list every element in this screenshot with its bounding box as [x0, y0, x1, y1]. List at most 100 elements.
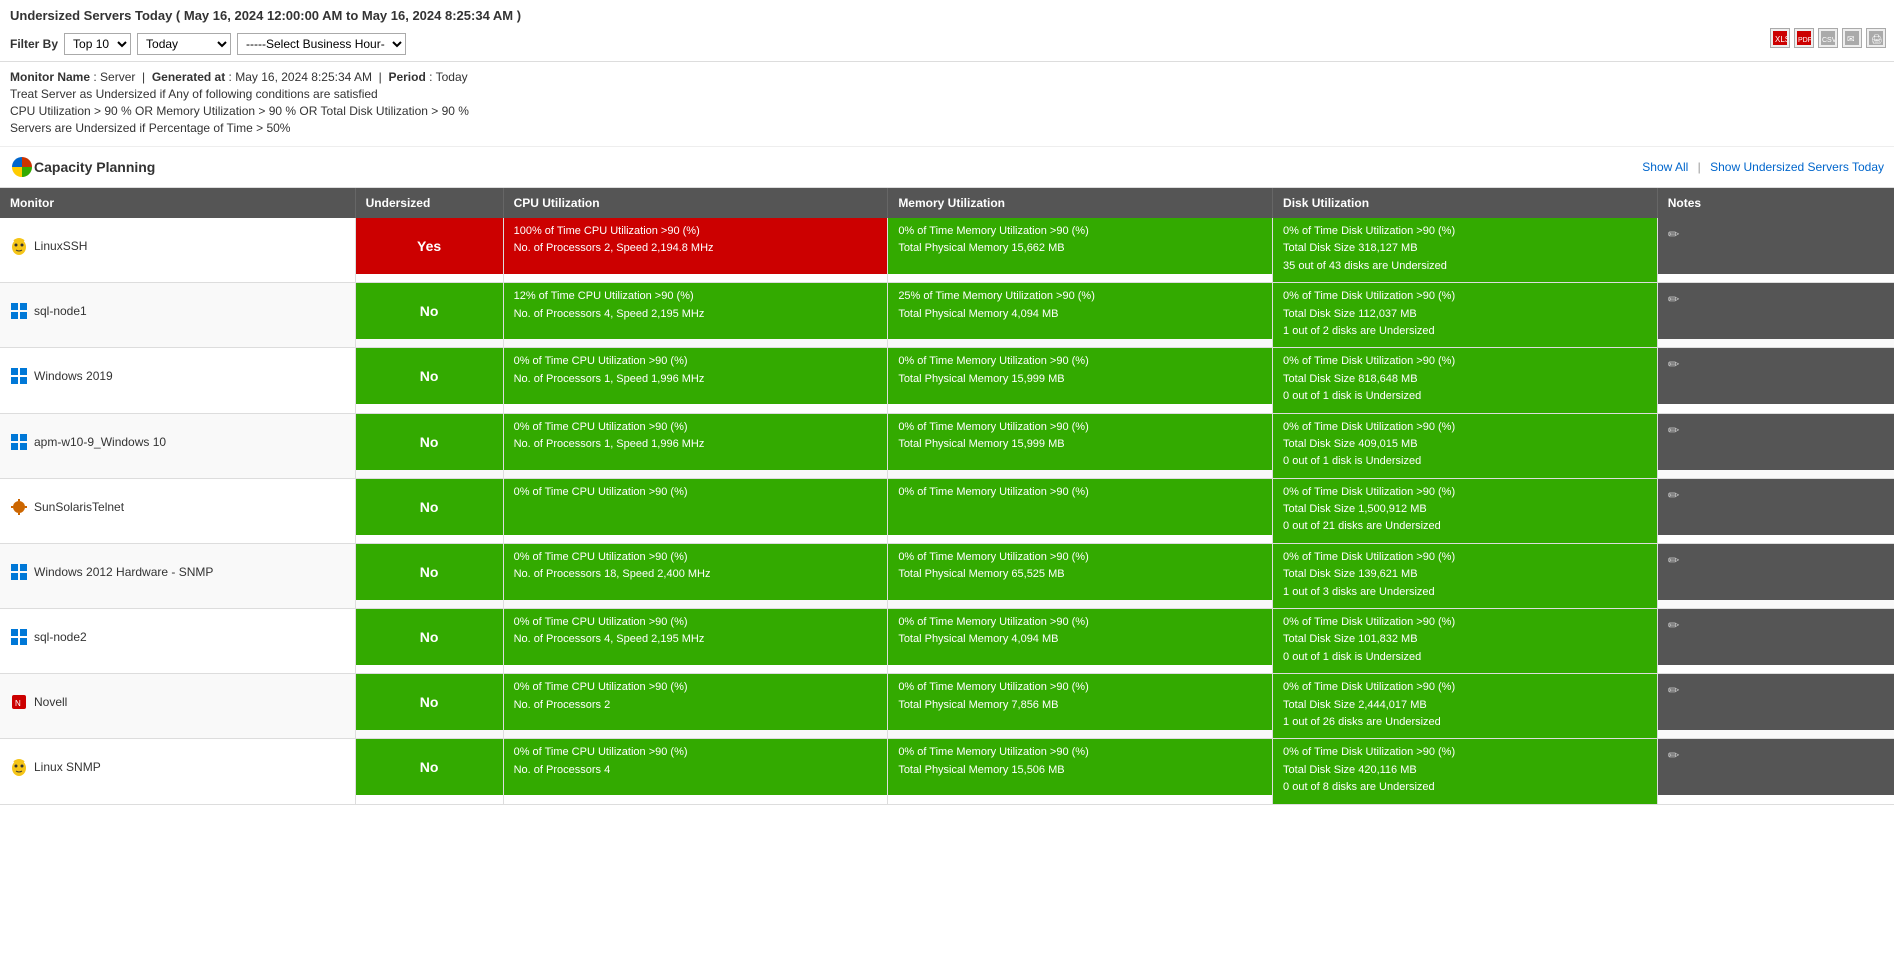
table-row: Windows 2019 No 0% of Time CPU Utilizati…	[0, 348, 1894, 413]
cpu-line1: 0% of Time CPU Utilization >90 (%)	[514, 550, 878, 565]
period-label: Period	[388, 70, 425, 84]
notes-cell: ✏	[1658, 414, 1894, 470]
monitor-name[interactable]: sql-node1	[34, 304, 87, 318]
table-row: SunSolarisTelnet No 0% of Time CPU Utili…	[0, 478, 1894, 543]
view-links: Show All | Show Undersized Servers Today	[1642, 160, 1884, 174]
monitor-icon	[10, 628, 28, 646]
disk-line2: Total Disk Size 318,127 MB	[1283, 241, 1647, 256]
disk-line2: Total Disk Size 409,015 MB	[1283, 437, 1647, 452]
monitor-cell: apm-w10-9_Windows 10	[0, 414, 355, 470]
edit-note-icon[interactable]: ✏	[1668, 226, 1680, 242]
condition-line: CPU Utilization > 90 % OR Memory Utiliza…	[10, 104, 1884, 118]
email-icon[interactable]: ✉	[1842, 28, 1862, 48]
section-title: Capacity Planning	[34, 159, 155, 175]
notes-cell: ✏	[1658, 544, 1894, 600]
cpu-line2: No. of Processors 1, Speed 1,996 MHz	[514, 372, 878, 387]
monitor-name[interactable]: Windows 2012 Hardware - SNMP	[34, 565, 213, 579]
svg-text:CSV: CSV	[1822, 37, 1835, 44]
disk-line3: 0 out of 8 disks are Undersized	[1283, 780, 1647, 795]
print-icon[interactable]: 🖨	[1866, 28, 1886, 48]
notes-cell: ✏	[1658, 348, 1894, 404]
monitor-name-label: Monitor Name	[10, 70, 90, 84]
monitor-cell: sql-node2	[0, 609, 355, 665]
edit-note-icon[interactable]: ✏	[1668, 747, 1680, 763]
filter-by-label: Filter By	[10, 37, 58, 51]
top-filter-select[interactable]: Top 10 Top 20 Top 50	[64, 33, 131, 55]
undersized-cell: No	[356, 544, 503, 600]
edit-note-icon[interactable]: ✏	[1668, 552, 1680, 568]
memory-cell: 0% of Time Memory Utilization >90 (%) To…	[888, 218, 1272, 274]
memory-line1: 0% of Time Memory Utilization >90 (%)	[898, 745, 1262, 760]
undersized-cell: No	[356, 414, 503, 470]
monitor-name[interactable]: Linux SNMP	[34, 760, 101, 774]
memory-line1: 0% of Time Memory Utilization >90 (%)	[898, 485, 1262, 500]
disk-cell: 0% of Time Disk Utilization >90 (%) Tota…	[1273, 414, 1657, 478]
cpu-line1: 0% of Time CPU Utilization >90 (%)	[514, 615, 878, 630]
memory-line1: 0% of Time Memory Utilization >90 (%)	[898, 615, 1262, 630]
memory-line2: Total Physical Memory 7,856 MB	[898, 698, 1262, 713]
disk-cell: 0% of Time Disk Utilization >90 (%) Tota…	[1273, 544, 1657, 608]
notes-cell: ✏	[1658, 609, 1894, 665]
monitor-cell: N Novell	[0, 674, 355, 730]
svg-text:🖨: 🖨	[1871, 34, 1882, 44]
period-value: Today	[436, 70, 468, 84]
disk-line2: Total Disk Size 101,832 MB	[1283, 632, 1647, 647]
business-hour-select[interactable]: -----Select Business Hour-	[237, 33, 406, 55]
memory-cell: 0% of Time Memory Utilization >90 (%) To…	[888, 739, 1272, 795]
disk-cell: 0% of Time Disk Utilization >90 (%) Tota…	[1273, 218, 1657, 282]
edit-note-icon[interactable]: ✏	[1668, 291, 1680, 307]
cpu-cell: 0% of Time CPU Utilization >90 (%) No. o…	[504, 414, 888, 470]
col-header-monitor: Monitor	[0, 188, 355, 218]
table-row: N Novell No 0% of Time CPU Utilization >…	[0, 674, 1894, 739]
period-filter-select[interactable]: Today Yesterday Last 7 Days	[137, 33, 231, 55]
section-header: Capacity Planning Show All | Show Unders…	[0, 147, 1894, 188]
disk-line1: 0% of Time Disk Utilization >90 (%)	[1283, 680, 1647, 695]
export-xls-icon[interactable]: XLS	[1770, 28, 1790, 48]
edit-note-icon[interactable]: ✏	[1668, 487, 1680, 503]
monitor-name[interactable]: SunSolarisTelnet	[34, 500, 124, 514]
cpu-cell: 100% of Time CPU Utilization >90 (%) No.…	[504, 218, 888, 274]
disk-line1: 0% of Time Disk Utilization >90 (%)	[1283, 420, 1647, 435]
disk-line2: Total Disk Size 420,116 MB	[1283, 763, 1647, 778]
monitor-name[interactable]: sql-node2	[34, 630, 87, 644]
disk-line1: 0% of Time Disk Utilization >90 (%)	[1283, 289, 1647, 304]
col-header-disk: Disk Utilization	[1273, 188, 1658, 218]
undersized-cell: No	[356, 609, 503, 665]
table-row: LinuxSSH Yes 100% of Time CPU Utilizatio…	[0, 218, 1894, 283]
memory-line1: 25% of Time Memory Utilization >90 (%)	[898, 289, 1262, 304]
cpu-line2: No. of Processors 2, Speed 2,194.8 MHz	[514, 241, 878, 256]
disk-line1: 0% of Time Disk Utilization >90 (%)	[1283, 224, 1647, 239]
disk-line2: Total Disk Size 1,500,912 MB	[1283, 502, 1647, 517]
col-header-memory: Memory Utilization	[888, 188, 1273, 218]
export-csv-icon[interactable]: CSV	[1818, 28, 1838, 48]
export-pdf-icon[interactable]: PDF	[1794, 28, 1814, 48]
disk-line1: 0% of Time Disk Utilization >90 (%)	[1283, 354, 1647, 369]
show-undersized-link[interactable]: Show Undersized Servers Today	[1710, 160, 1884, 174]
show-all-link[interactable]: Show All	[1642, 160, 1688, 174]
memory-line2: Total Physical Memory 65,525 MB	[898, 567, 1262, 582]
edit-note-icon[interactable]: ✏	[1668, 422, 1680, 438]
cpu-line1: 0% of Time CPU Utilization >90 (%)	[514, 745, 878, 760]
disk-cell: 0% of Time Disk Utilization >90 (%) Tota…	[1273, 348, 1657, 412]
disk-cell: 0% of Time Disk Utilization >90 (%) Tota…	[1273, 609, 1657, 673]
edit-note-icon[interactable]: ✏	[1668, 356, 1680, 372]
edit-note-icon[interactable]: ✏	[1668, 682, 1680, 698]
monitor-name[interactable]: Novell	[34, 695, 67, 709]
monitor-name[interactable]: Windows 2019	[34, 369, 113, 383]
monitor-name[interactable]: LinuxSSH	[34, 239, 87, 253]
filter-bar: Filter By Top 10 Top 20 Top 50 Today Yes…	[0, 27, 1894, 62]
memory-cell: 0% of Time Memory Utilization >90 (%)	[888, 479, 1272, 535]
monitor-cell: sql-node1	[0, 283, 355, 339]
cpu-line2: No. of Processors 4	[514, 763, 878, 778]
disk-line3: 0 out of 1 disk is Undersized	[1283, 389, 1647, 404]
undersized-cell: No	[356, 739, 503, 795]
table-row: sql-node2 No 0% of Time CPU Utilization …	[0, 609, 1894, 674]
disk-cell: 0% of Time Disk Utilization >90 (%) Tota…	[1273, 674, 1657, 738]
edit-note-icon[interactable]: ✏	[1668, 617, 1680, 633]
disk-line3: 0 out of 1 disk is Undersized	[1283, 650, 1647, 665]
icon-bar: XLS PDF CSV ✉ 🖨	[1770, 28, 1886, 48]
generated-value: May 16, 2024 8:25:34 AM	[235, 70, 372, 84]
memory-line2: Total Physical Memory 4,094 MB	[898, 632, 1262, 647]
cpu-cell: 0% of Time CPU Utilization >90 (%) No. o…	[504, 739, 888, 795]
monitor-name[interactable]: apm-w10-9_Windows 10	[34, 435, 166, 449]
